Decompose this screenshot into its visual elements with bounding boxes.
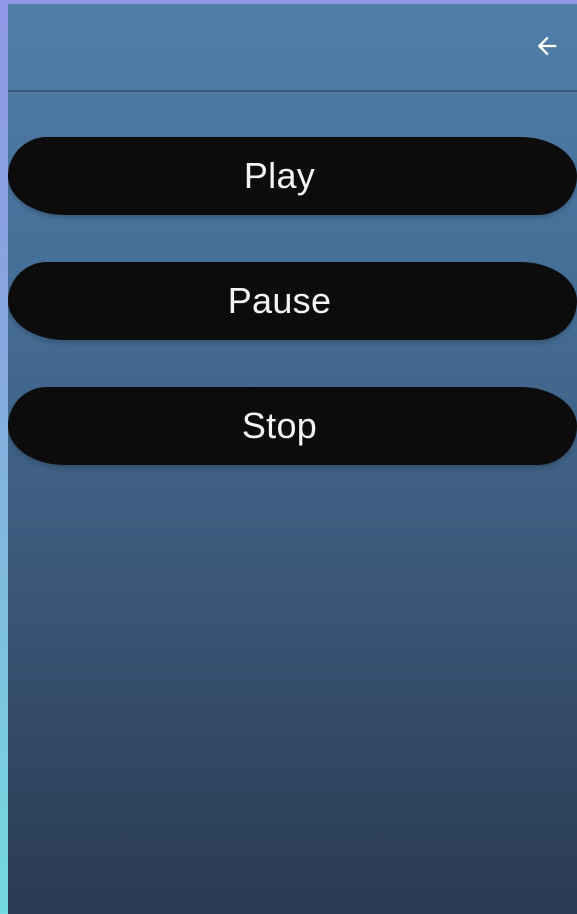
stop-button-label: Stop [241, 405, 318, 446]
stop-button[interactable]: Stop [8, 387, 577, 465]
playback-controls: Play Pause Stop [8, 137, 577, 512]
play-button-label: Play [243, 155, 316, 196]
back-button[interactable] [527, 26, 567, 66]
pause-button-label: Pause [227, 280, 332, 321]
pause-button[interactable]: Pause [8, 262, 577, 340]
app-bar [8, 4, 577, 92]
app-screen: Play Pause Stop [8, 4, 577, 914]
play-button[interactable]: Play [8, 137, 577, 215]
arrow-left-icon [537, 36, 557, 56]
